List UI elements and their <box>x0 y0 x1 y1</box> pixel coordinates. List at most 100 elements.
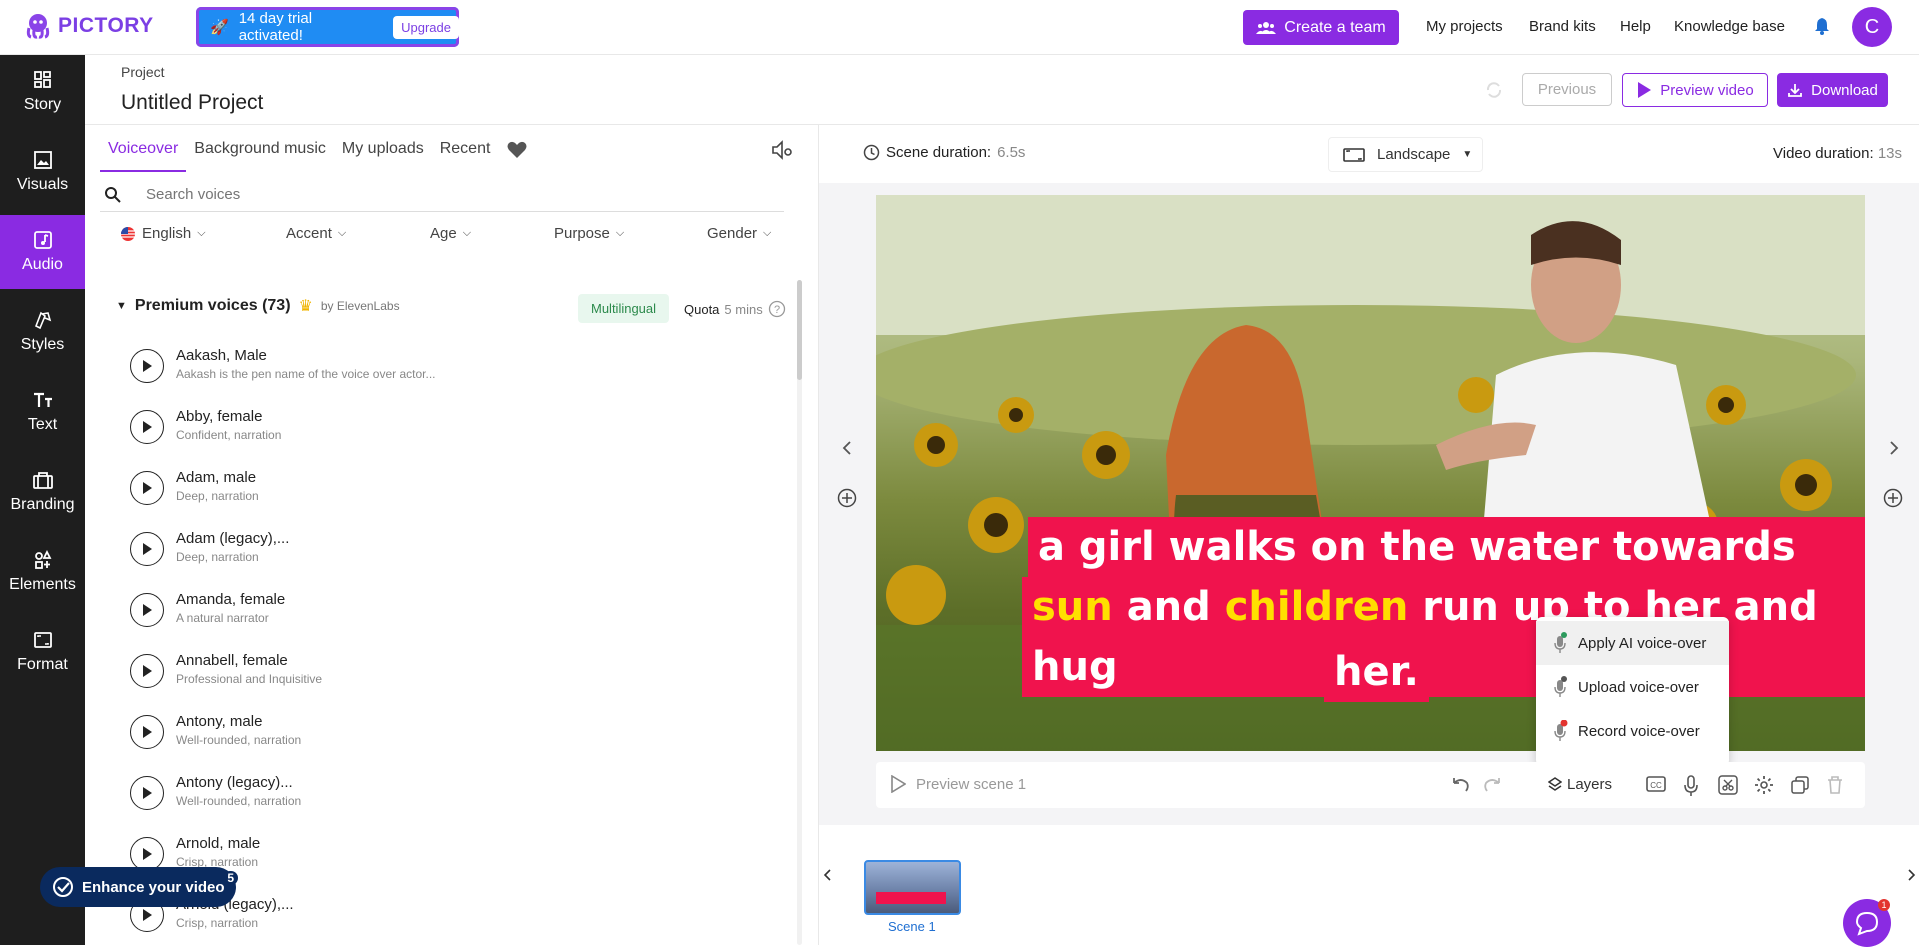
multilingual-badge[interactable]: Multilingual <box>578 294 670 323</box>
layers-button[interactable]: Layers <box>1548 776 1612 793</box>
bell-icon[interactable] <box>1812 16 1832 36</box>
voice-list-item[interactable]: Amanda, female A natural narrator <box>130 591 630 641</box>
play-voice-button[interactable] <box>130 471 164 505</box>
redo-icon[interactable] <box>1482 775 1504 795</box>
sidebar-item-story[interactable]: Story <box>0 55 85 129</box>
play-icon <box>143 482 152 494</box>
create-team-button[interactable]: Create a team <box>1243 10 1399 45</box>
logo-text: PICTORY <box>58 14 154 37</box>
ai-mic-icon <box>1554 632 1567 653</box>
download-button[interactable]: Download <box>1777 73 1888 107</box>
filter-accent[interactable]: Accent ⌵ <box>286 225 346 242</box>
add-scene-after-icon[interactable] <box>1883 488 1903 508</box>
caret-down-icon: ▼ <box>116 300 127 312</box>
voice-list-item[interactable]: Adam (legacy),... Deep, narration <box>130 530 630 580</box>
voice-settings-icon[interactable] <box>771 139 795 161</box>
video-duration: Video duration: 13s <box>1773 145 1902 162</box>
play-voice-button[interactable] <box>130 837 164 871</box>
preview-video-button[interactable]: Preview video <box>1622 73 1768 107</box>
undo-icon[interactable] <box>1449 775 1471 795</box>
help-circle-icon[interactable]: ? <box>768 300 786 318</box>
scissors-icon[interactable] <box>1718 775 1738 795</box>
play-icon <box>143 909 152 921</box>
play-icon <box>143 848 152 860</box>
team-icon <box>1256 21 1277 34</box>
voice-name: Arnold, male <box>176 835 261 852</box>
apply-ai-voiceover-item[interactable]: Apply AI voice-over <box>1536 621 1729 665</box>
nav-help[interactable]: Help <box>1620 18 1651 35</box>
sidebar-item-branding[interactable]: Branding <box>0 455 85 529</box>
premium-by: by ElevenLabs <box>320 299 400 313</box>
pictory-logo[interactable]: PICTORY <box>24 12 154 40</box>
voice-name: Adam (legacy),... <box>176 530 290 547</box>
gear-icon[interactable] <box>1754 775 1774 795</box>
filter-age[interactable]: Age ⌵ <box>430 225 471 242</box>
filter-language[interactable]: English ⌵ <box>120 225 206 242</box>
sidebar-item-elements[interactable]: Elements <box>0 535 85 609</box>
timeline-right-arrow-icon[interactable] <box>1906 868 1916 882</box>
nav-my-projects[interactable]: My projects <box>1426 18 1503 35</box>
voice-description: Well-rounded, narration <box>176 794 302 808</box>
play-voice-button[interactable] <box>130 532 164 566</box>
sidebar-item-visuals[interactable]: Visuals <box>0 135 85 209</box>
add-scene-before-icon[interactable] <box>837 488 857 508</box>
play-voice-button[interactable] <box>130 715 164 749</box>
trash-icon[interactable] <box>1826 775 1844 795</box>
tab-background-music[interactable]: Background music <box>186 128 334 172</box>
sidebar-item-audio[interactable]: Audio <box>0 215 85 289</box>
premium-title: Premium voices (73) <box>134 297 291 314</box>
voice-list-scrollbar[interactable] <box>797 280 802 380</box>
tab-favorites[interactable] <box>498 128 536 172</box>
upload-voiceover-item[interactable]: Upload voice-over <box>1536 665 1729 709</box>
play-voice-button[interactable] <box>130 654 164 688</box>
play-voice-button[interactable] <box>130 776 164 810</box>
scene-1-thumbnail[interactable] <box>864 860 961 915</box>
premium-voices-header[interactable]: ▼ Premium voices (73) ♛ by ElevenLabs <box>116 296 400 316</box>
play-voice-button[interactable] <box>130 410 164 444</box>
upgrade-button[interactable]: Upgrade <box>393 15 459 39</box>
sidebar-item-format[interactable]: Format <box>0 615 85 689</box>
sidebar-item-styles[interactable]: Styles <box>0 295 85 369</box>
voice-list-item[interactable]: Adam, male Deep, narration <box>130 469 630 519</box>
tab-my-uploads[interactable]: My uploads <box>334 128 432 172</box>
tab-recent[interactable]: Recent <box>432 128 499 172</box>
voice-list-item[interactable]: Antony, male Well-rounded, narration <box>130 713 630 763</box>
project-title[interactable]: Untitled Project <box>121 91 263 115</box>
voice-list-item[interactable]: Aakash, Male Aakash is the pen name of th… <box>130 347 630 397</box>
preview-scene-button[interactable]: Preview scene 1 <box>890 775 1026 793</box>
nav-knowledge-base[interactable]: Knowledge base <box>1674 18 1785 35</box>
video-duration-label: Video duration: <box>1773 145 1874 162</box>
timeline-left-arrow-icon[interactable] <box>823 868 833 882</box>
play-icon <box>143 726 152 738</box>
enhance-video-button[interactable]: Enhance your video 5 <box>40 867 238 907</box>
quota: Quota 5 mins ? <box>684 300 786 318</box>
tab-voiceover[interactable]: Voiceover <box>100 128 187 172</box>
sidebar-item-text[interactable]: Text <box>0 375 85 449</box>
next-scene-arrow-icon[interactable] <box>1887 440 1901 456</box>
play-voice-button[interactable] <box>130 349 164 383</box>
nav-brand-kits[interactable]: Brand kits <box>1529 18 1596 35</box>
sidebar-item-label: Story <box>23 96 62 113</box>
record-voiceover-item[interactable]: Record voice-over <box>1536 709 1729 753</box>
captions-icon[interactable]: CC <box>1646 775 1666 793</box>
microphone-icon[interactable] <box>1683 775 1699 797</box>
duplicate-icon[interactable] <box>1790 775 1810 795</box>
voice-description: Crisp, narration <box>176 916 259 930</box>
prev-scene-arrow-icon[interactable] <box>840 440 854 456</box>
user-avatar[interactable]: C <box>1852 7 1892 47</box>
landscape-icon <box>1343 147 1365 162</box>
orientation-select[interactable]: Landscape ▼ <box>1328 137 1483 172</box>
sidebar-item-label: Text <box>27 416 58 433</box>
play-voice-button[interactable] <box>130 593 164 627</box>
filter-purpose[interactable]: Purpose ⌵ <box>554 225 624 242</box>
search-input[interactable] <box>146 186 646 203</box>
filter-gender[interactable]: Gender ⌵ <box>707 225 771 242</box>
voice-list-item[interactable]: Annabell, female Professional and Inquisi… <box>130 652 630 702</box>
elements-icon <box>34 550 51 569</box>
voice-name: Aakash, Male <box>176 347 267 364</box>
voiceover-menu: Apply AI voice-over Upload voice-over Re… <box>1536 617 1729 766</box>
previous-button[interactable]: Previous <box>1522 73 1612 106</box>
sidebar: Story Visuals Audio Styles Text Branding… <box>0 55 85 945</box>
voice-list-item[interactable]: Abby, female Confident, narration <box>130 408 630 458</box>
voice-list-item[interactable]: Antony (legacy)... Well-rounded, narratio… <box>130 774 630 824</box>
